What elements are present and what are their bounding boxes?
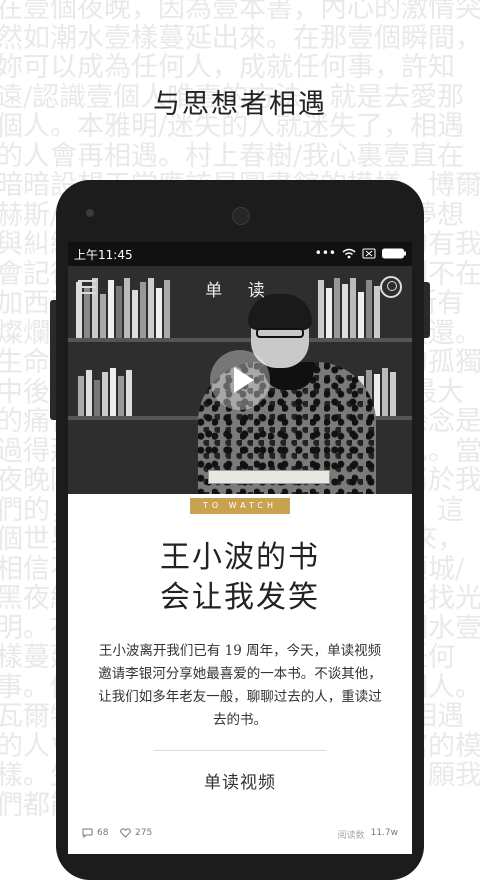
phone-screen: 上午11:45 ••• 单 读 TO WATCH 王小波的书 会让我发笑 王小波… bbox=[68, 242, 412, 854]
speaker-glasses bbox=[256, 328, 304, 338]
heart-icon bbox=[120, 828, 131, 838]
status-time: 上午11:45 bbox=[74, 248, 133, 262]
article-summary: 王小波离开我们已有 19 周年，今天，单读视频邀请李银河分享她最喜爱的一本书。不… bbox=[98, 643, 382, 728]
app-title: 单 读 bbox=[205, 281, 275, 301]
page-headline: 与思想者相遇 bbox=[153, 89, 327, 120]
status-bar: 上午11:45 ••• bbox=[68, 242, 412, 266]
divider bbox=[154, 750, 326, 751]
video-cover[interactable]: 单 读 bbox=[68, 266, 412, 494]
battery-icon bbox=[382, 248, 406, 258]
earpiece-speaker bbox=[232, 207, 250, 225]
comment-icon bbox=[82, 828, 93, 838]
section-tag: TO WATCH bbox=[190, 498, 290, 514]
read-count-label: 阅读数 bbox=[337, 831, 365, 841]
dots-icon: ••• bbox=[314, 246, 336, 260]
status-icons: ••• bbox=[315, 246, 406, 260]
article-title-line2: 会让我发笑 bbox=[160, 580, 320, 615]
held-book bbox=[208, 470, 330, 484]
read-count: 阅读数 11.7w bbox=[338, 828, 398, 841]
article-footer: 68 275 阅读数 11.7w bbox=[68, 824, 412, 846]
article-source: 单读视频 bbox=[204, 773, 276, 793]
books-row bbox=[78, 356, 178, 416]
like-button[interactable]: 275 bbox=[120, 828, 152, 838]
comment-count: 68 bbox=[97, 828, 109, 838]
front-camera bbox=[86, 209, 94, 217]
phone-power-button bbox=[424, 282, 430, 338]
no-sim-icon bbox=[362, 248, 376, 258]
article-title-line1: 王小波的书 bbox=[160, 540, 320, 575]
like-count: 275 bbox=[135, 828, 153, 838]
read-count-value: 11.7w bbox=[370, 828, 398, 838]
article-title[interactable]: 王小波的书 会让我发笑 bbox=[68, 538, 412, 618]
play-button[interactable] bbox=[210, 350, 270, 410]
user-icon[interactable] bbox=[380, 276, 402, 298]
comment-button[interactable]: 68 bbox=[82, 828, 108, 838]
wifi-icon bbox=[342, 248, 356, 258]
bookshelf-board bbox=[68, 338, 412, 342]
